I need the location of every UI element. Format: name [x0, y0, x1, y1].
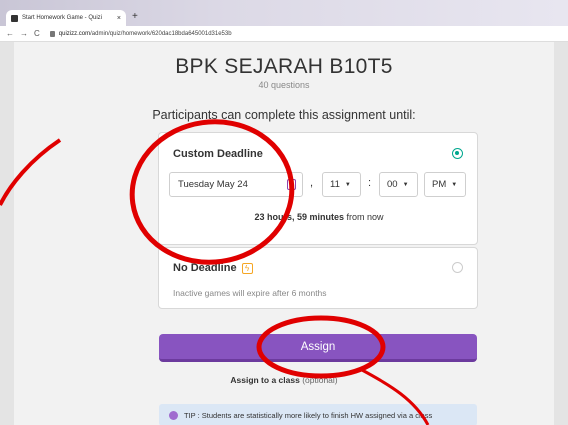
time-remaining-value: 23 hours, 59 minutes: [254, 212, 344, 222]
hour-select[interactable]: 11 ▼: [322, 172, 361, 197]
date-input[interactable]: Tuesday May 24: [169, 172, 303, 197]
left-background: [0, 42, 14, 425]
no-deadline-card[interactable]: No Deadline ϟ Inactive games will expire…: [158, 247, 478, 309]
chevron-down-icon: ▼: [344, 181, 351, 188]
custom-deadline-card[interactable]: Custom Deadline Tuesday May 24 , 11 ▼ : 0…: [158, 132, 478, 245]
assign-to-class-link[interactable]: Assign to a class (optional): [14, 375, 554, 385]
time-remaining: 23 hours, 59 minutes from now: [159, 212, 479, 222]
new-tab-button[interactable]: +: [132, 11, 138, 22]
time-remaining-suffix: from now: [346, 212, 384, 222]
back-icon[interactable]: ←: [6, 29, 14, 38]
date-value: Tuesday May 24: [178, 179, 248, 190]
chevron-down-icon: ▼: [402, 181, 409, 188]
quizizz-favicon-icon: [11, 14, 18, 22]
lightning-bolt-icon: ϟ: [241, 262, 253, 274]
tip-banner: TIP : Students are statistically more li…: [159, 404, 477, 425]
tip-text: TIP : Students are statistically more li…: [184, 410, 433, 420]
lightbulb-icon: [169, 410, 178, 420]
minute-value: 00: [387, 179, 398, 190]
question-count: 40 questions: [258, 80, 310, 90]
minute-select[interactable]: 00 ▼: [379, 172, 418, 197]
calendar-icon[interactable]: [287, 179, 296, 190]
no-deadline-radio[interactable]: [452, 262, 463, 273]
forward-icon[interactable]: →: [20, 29, 28, 38]
no-deadline-note: Inactive games will expire after 6 month…: [173, 288, 327, 298]
deadline-prompt: Participants can complete this assignmen…: [152, 108, 416, 122]
ampm-select[interactable]: PM ▼: [424, 172, 466, 197]
hour-value: 11: [330, 179, 340, 190]
browser-tab[interactable]: Start Homework Game - Quizi ×: [6, 10, 126, 26]
url-text[interactable]: quizizz.com/admin/quiz/homework/620dac18…: [49, 30, 232, 37]
no-deadline-label: No Deadline: [173, 262, 237, 274]
lock-icon: [49, 30, 55, 37]
url-path: /admin/quiz/homework/620dac18bda645001d3…: [90, 30, 232, 37]
url-domain: quizizz.com: [58, 30, 91, 37]
no-deadline-header: No Deadline ϟ: [173, 262, 253, 274]
page-title: BPK SEJARAH B10T5: [175, 55, 393, 78]
ampm-value: PM: [432, 179, 447, 190]
assign-button[interactable]: Assign: [159, 334, 477, 362]
comma-separator: ,: [310, 177, 314, 189]
custom-deadline-radio[interactable]: [452, 148, 463, 159]
right-background: [554, 42, 568, 425]
assign-to-class-label: Assign to a class: [230, 375, 300, 385]
tab-title: Start Homework Game - Quizi: [22, 15, 103, 21]
optional-label: (optional): [302, 375, 338, 385]
address-bar[interactable]: ← → C quizizz.com/admin/quiz/homework/62…: [0, 26, 568, 42]
custom-deadline-label: Custom Deadline: [173, 148, 263, 160]
close-tab-icon[interactable]: ×: [117, 15, 121, 22]
chevron-down-icon: ▼: [451, 181, 458, 188]
reload-icon[interactable]: C: [34, 29, 40, 38]
colon-separator: :: [368, 177, 372, 189]
assignment-page: BPK SEJARAH B10T5 40 questions Participa…: [14, 42, 554, 425]
browser-tab-bar: Start Homework Game - Quizi × +: [0, 0, 568, 26]
